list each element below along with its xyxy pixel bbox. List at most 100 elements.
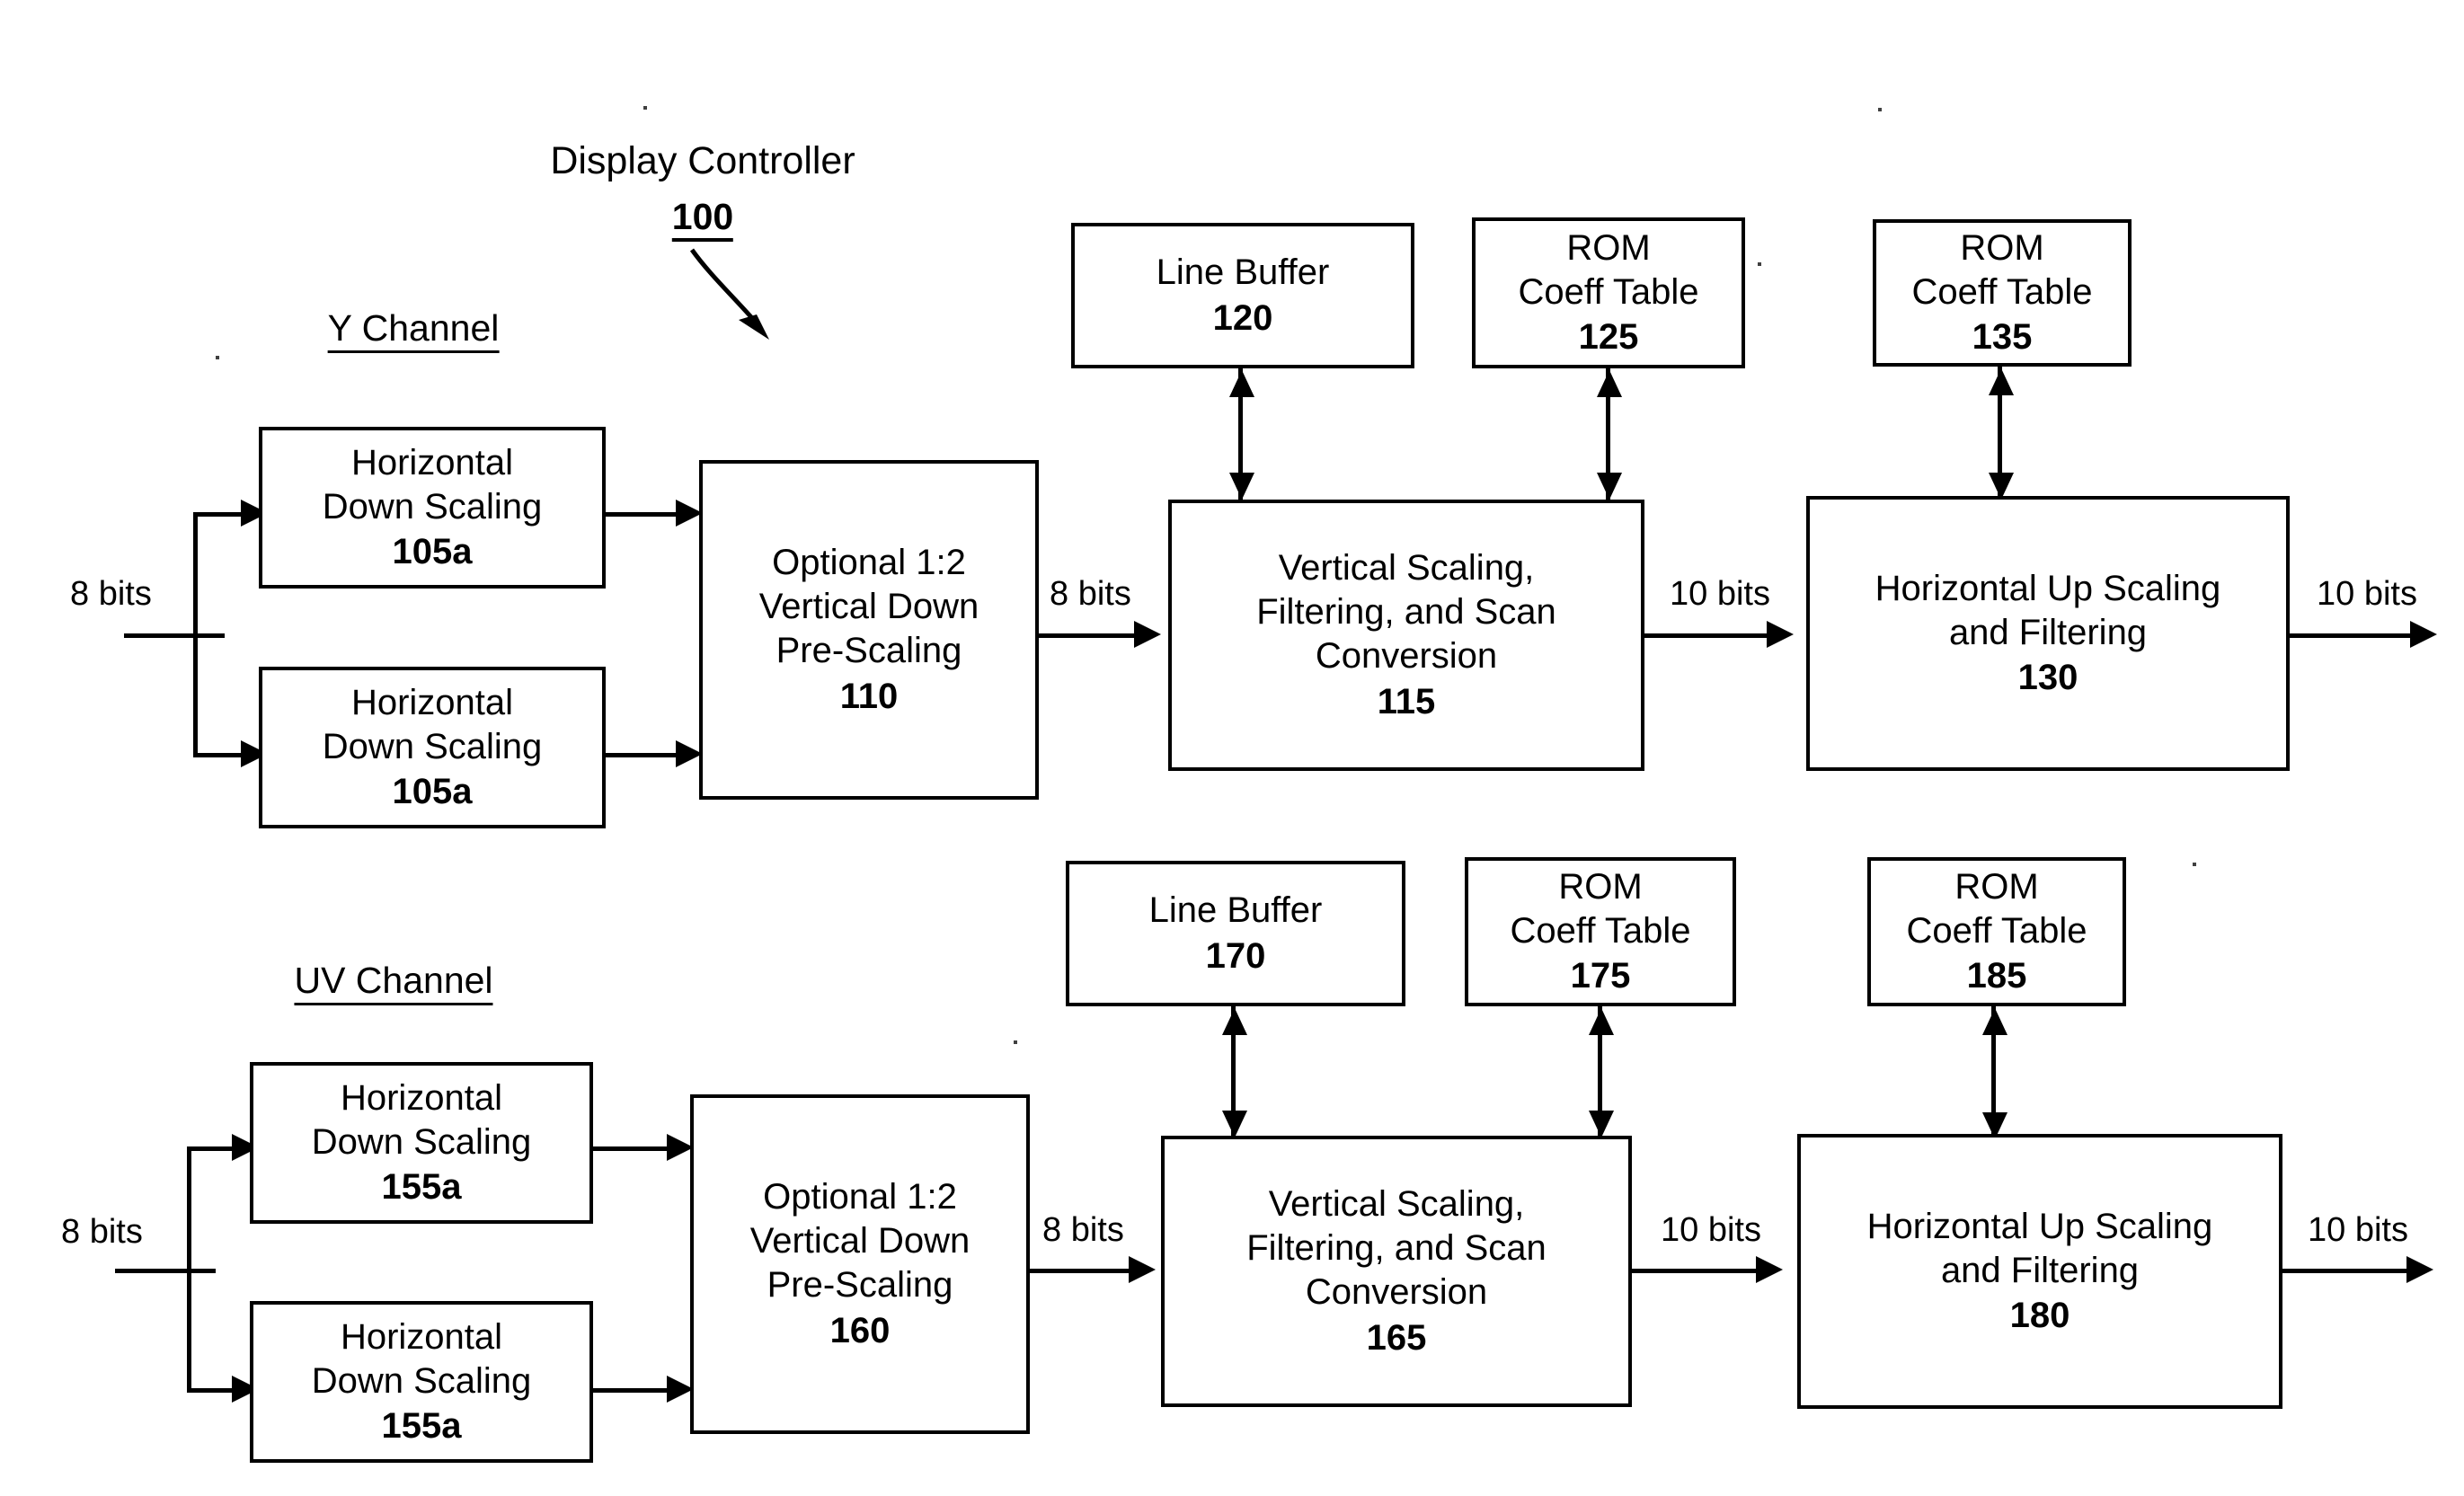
block-ref: 105a	[392, 532, 473, 572]
title-pointer-curve-icon	[689, 248, 769, 340]
y-output-wire	[2290, 633, 2421, 638]
y-mid-bits-label: 8 bits	[1050, 575, 1131, 613]
block-line-1: Horizontal Up Scaling	[1875, 568, 2221, 608]
block-line-buffer-120[interactable]: Line Buffer 120	[1071, 223, 1414, 368]
uv-line-buffer-link-down-arrowhead-icon	[1222, 1111, 1247, 1137]
y-input-wire	[124, 633, 225, 638]
block-line-2: Down Scaling	[322, 486, 543, 527]
block-ref: 185	[1966, 956, 2027, 996]
uv-prescale-out-arrowhead-icon	[1129, 1256, 1156, 1283]
block-line-1: ROM	[1960, 227, 2044, 268]
block-ref: 155a	[381, 1406, 462, 1447]
block-ref: 170	[1205, 936, 1266, 976]
block-rom-coeff-table-185[interactable]: ROM Coeff Table 185	[1867, 857, 2126, 1006]
block-vertical-down-prescaling-110[interactable]: Optional 1:2 Vertical Down Pre-Scaling 1…	[699, 460, 1039, 800]
y-rom135-link-up-arrowhead-icon	[1989, 368, 2014, 395]
uv-channel-label-wrap: UV Channel	[294, 960, 493, 1005]
y-channel-label-wrap: Y Channel	[327, 307, 500, 353]
block-line-2: Filtering, and Scan	[1246, 1228, 1547, 1269]
block-horizontal-down-scaling-155a-bottom[interactable]: Horizontal Down Scaling 155a	[250, 1301, 593, 1463]
y-prescale-out-wire	[1039, 633, 1145, 638]
block-line-2: Coeff Table	[1906, 910, 2087, 951]
uv-output-bits-label: 10 bits	[2308, 1211, 2408, 1249]
scan-speck	[216, 356, 219, 359]
block-line-2: and Filtering	[1940, 1250, 2140, 1290]
block-line-2: and Filtering	[1948, 612, 2148, 652]
y-vscale-out-arrowhead-icon	[1767, 621, 1794, 648]
uv-rom175-link-down-arrowhead-icon	[1589, 1111, 1614, 1137]
y-scaled-bits-label: 10 bits	[1670, 575, 1770, 613]
uv-line-buffer-link-up-arrowhead-icon	[1222, 1008, 1247, 1035]
block-line-1: Line Buffer	[1156, 252, 1330, 293]
uv-output-wire	[2282, 1269, 2417, 1273]
block-rom-coeff-table-175[interactable]: ROM Coeff Table 175	[1465, 857, 1736, 1006]
y-line-buffer-link-up-arrowhead-icon	[1229, 370, 1254, 397]
y-vscale-out-wire	[1644, 633, 1777, 638]
block-line-1: Horizontal	[340, 1077, 503, 1118]
scan-speck	[643, 106, 647, 110]
figure-title-ref: 100	[671, 196, 734, 242]
block-ref: 160	[829, 1310, 891, 1350]
uv-rom185-link-up-arrowhead-icon	[1982, 1008, 2008, 1035]
uv-scaled-bits-label: 10 bits	[1661, 1211, 1761, 1249]
block-horizontal-down-scaling-155a-top[interactable]: Horizontal Down Scaling 155a	[250, 1062, 593, 1224]
block-line-1: Line Buffer	[1148, 890, 1323, 931]
block-vertical-down-prescaling-160[interactable]: Optional 1:2 Vertical Down Pre-Scaling 1…	[690, 1094, 1030, 1434]
block-horizontal-up-scaling-180[interactable]: Horizontal Up Scaling and Filtering 180	[1797, 1134, 2282, 1409]
block-ref: 180	[2009, 1296, 2070, 1336]
uv-input-bus-wire	[187, 1148, 191, 1391]
block-line-1: Horizontal	[350, 682, 514, 722]
block-line-1: ROM	[1558, 866, 1643, 907]
scan-speck	[1758, 262, 1761, 266]
scan-speck	[1878, 108, 1882, 111]
block-line-1: Optional 1:2	[763, 1177, 957, 1217]
uv-mid-bits-label: 8 bits	[1042, 1211, 1124, 1249]
y-input-bus-wire	[193, 514, 198, 757]
y-output-bits-label: 10 bits	[2317, 575, 2417, 613]
block-ref: 135	[1972, 317, 2033, 358]
block-line-2: Vertical Down	[749, 1221, 971, 1261]
block-line-2: Filtering, and Scan	[1256, 592, 1556, 633]
block-ref: 130	[2017, 658, 2078, 698]
block-line-2: Coeff Table	[1911, 271, 2093, 312]
block-line-buffer-170[interactable]: Line Buffer 170	[1066, 861, 1405, 1006]
block-line-3: Conversion	[1305, 1272, 1488, 1312]
block-rom-coeff-table-135[interactable]: ROM Coeff Table 135	[1873, 219, 2132, 367]
block-line-1: Vertical Scaling,	[1268, 1184, 1525, 1225]
block-line-3: Pre-Scaling	[776, 631, 962, 670]
y-rom125-link-down-arrowhead-icon	[1597, 473, 1622, 500]
uv-vscale-out-wire	[1632, 1269, 1765, 1273]
block-line-2: Coeff Table	[1510, 910, 1691, 951]
block-line-2: Coeff Table	[1518, 271, 1699, 312]
uv-vscale-out-arrowhead-icon	[1756, 1256, 1783, 1283]
block-ref: 115	[1377, 681, 1436, 721]
block-rom-coeff-table-125[interactable]: ROM Coeff Table 125	[1472, 217, 1745, 368]
uv-channel-label: UV Channel	[294, 960, 493, 1005]
block-ref: 155a	[381, 1167, 462, 1208]
block-horizontal-down-scaling-105a-top[interactable]: Horizontal Down Scaling 105a	[259, 427, 606, 589]
block-vertical-scaling-165[interactable]: Vertical Scaling, Filtering, and Scan Co…	[1161, 1136, 1632, 1407]
block-line-1: Horizontal Up Scaling	[1866, 1206, 2213, 1246]
block-line-2: Vertical Down	[758, 587, 979, 627]
block-ref: 110	[839, 676, 899, 716]
block-line-1: Horizontal	[350, 442, 514, 482]
block-horizontal-down-scaling-105a-bottom[interactable]: Horizontal Down Scaling 105a	[259, 667, 606, 828]
block-horizontal-up-scaling-130[interactable]: Horizontal Up Scaling and Filtering 130	[1806, 496, 2290, 771]
block-line-1: ROM	[1566, 227, 1651, 268]
block-vertical-scaling-115[interactable]: Vertical Scaling, Filtering, and Scan Co…	[1168, 500, 1644, 771]
scan-speck	[1014, 1040, 1017, 1044]
block-line-1: Horizontal	[340, 1316, 503, 1357]
scan-speck	[2193, 863, 2196, 866]
figure-canvas: Display Controller 100 Y Channel 8 bits …	[0, 0, 2464, 1496]
y-line-buffer-link-down-arrowhead-icon	[1229, 473, 1254, 500]
block-ref: 120	[1212, 298, 1273, 338]
block-ref: 105a	[392, 772, 473, 812]
uv-input-wire	[115, 1269, 216, 1273]
uv-output-arrowhead-icon	[2406, 1256, 2433, 1283]
block-line-2: Down Scaling	[322, 726, 543, 766]
block-line-2: Down Scaling	[311, 1360, 532, 1401]
block-line-2: Down Scaling	[311, 1121, 532, 1162]
block-line-1: ROM	[1954, 866, 2039, 907]
figure-title-ref-wrap: 100	[671, 196, 734, 242]
block-ref: 165	[1366, 1317, 1427, 1358]
